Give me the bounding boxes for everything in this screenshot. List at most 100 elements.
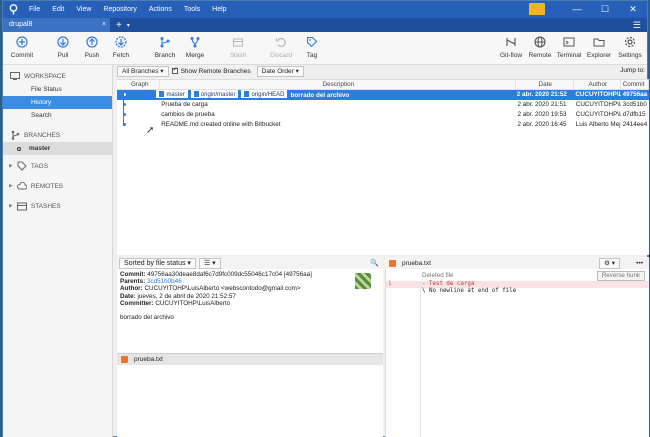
hamburger-menu-icon[interactable]: ☰ <box>633 18 641 32</box>
section-tags[interactable]: ▶ TAGS <box>3 159 112 173</box>
tag-button[interactable]: Tag <box>295 35 329 59</box>
tab-drupal8[interactable]: drupal8 × <box>3 18 110 32</box>
menu-view[interactable]: View <box>70 6 97 13</box>
menu-tools[interactable]: Tools <box>178 6 206 13</box>
col-description[interactable]: Description <box>160 80 516 89</box>
section-branches[interactable]: BRANCHES <box>3 128 112 142</box>
master-label: master <box>29 145 51 152</box>
toolbar: Commit Pull Push Fetch Branch Merge Stas… <box>3 32 647 65</box>
tab-dropdown-icon[interactable]: ▾ <box>127 22 130 29</box>
sidebar-item-search[interactable]: Search <box>3 109 112 122</box>
diff-line-removed: 1 - Test de carga <box>386 281 649 288</box>
parent-hash-link[interactable]: 3cd51b0b46 <box>147 278 182 285</box>
commit-label: Commit <box>10 52 34 59</box>
branch-tag-label: origin/HEAD <box>251 92 285 98</box>
cloud-icon <box>16 182 28 190</box>
hunk-header: Deleted file Reverse hunk <box>386 269 649 281</box>
menu-help[interactable]: Help <box>206 6 232 13</box>
menu-repository[interactable]: Repository <box>97 6 142 13</box>
expand-arrow-icon: ▶ <box>9 203 13 209</box>
sidebar-item-history[interactable]: History <box>3 96 112 109</box>
menu-file[interactable]: File <box>23 6 46 13</box>
branch-tag-master[interactable]: master <box>156 90 188 98</box>
more-options-icon[interactable]: ••• <box>636 260 643 267</box>
tab-close-icon[interactable]: × <box>102 18 106 32</box>
merge-button[interactable]: Merge <box>178 35 212 59</box>
close-button[interactable]: ✕ <box>619 1 647 18</box>
commit-hash-cell: 3cd51b0 <box>622 101 647 108</box>
table-header: Graph Description Date Author Commit <box>117 80 649 90</box>
section-stashes[interactable]: ▶ STASHES <box>3 199 112 213</box>
tag-label: Tag <box>306 52 318 59</box>
branch-chip-icon <box>193 91 199 97</box>
stash-button[interactable]: Stash <box>221 35 255 59</box>
col-graph[interactable]: Graph <box>117 80 161 89</box>
table-row[interactable]: master origin/master origin/HEAD borrado de… <box>117 90 649 100</box>
terminal-button[interactable]: Terminal <box>552 35 586 59</box>
menu-edit[interactable]: Edit <box>46 6 70 13</box>
sort-select[interactable]: Sorted by file status ▾ <box>119 257 196 269</box>
col-commit[interactable]: Commit <box>621 80 649 89</box>
branch-tag-origin-master[interactable]: origin/master <box>190 90 239 98</box>
settings-label: Settings <box>618 52 642 59</box>
menu-actions[interactable]: Actions <box>143 6 178 13</box>
minimize-button[interactable]: — <box>563 1 591 18</box>
sidebar-item-master[interactable]: master <box>3 142 112 155</box>
description-cell: Prueba de carga <box>161 101 208 108</box>
show-remote-checkbox[interactable]: Show Remote Branches <box>171 66 251 75</box>
sidebar-item-file-status[interactable]: File Status <box>3 83 112 96</box>
branch-button[interactable]: Branch <box>148 35 182 59</box>
flag-icon[interactable] <box>529 3 545 15</box>
explorer-button[interactable]: Explorer <box>582 35 616 59</box>
sourcetree-logo-icon <box>3 1 23 18</box>
parents-key: Parents: <box>120 278 146 286</box>
section-remotes[interactable]: ▶ REMOTES <box>3 179 112 193</box>
discard-label: Discard <box>269 52 293 59</box>
title-bar: File Edit View Repository Actions Tools … <box>3 1 647 18</box>
commit-icon <box>5 35 39 49</box>
merge-label: Merge <box>185 52 205 59</box>
fetch-button[interactable]: Fetch <box>104 35 138 59</box>
search-icon[interactable]: 🔍 <box>370 259 379 267</box>
table-row[interactable]: cambios de prueba 2 abr. 2020 19:53 CUCU… <box>117 110 649 120</box>
reverse-hunk-button[interactable]: Reverse hunk <box>596 271 645 281</box>
date-line: Date: jueves, 2 de abril de 2020 21:52:5… <box>120 293 380 300</box>
branches-label: BRANCHES <box>24 131 61 139</box>
workspace-label: WORKSPACE <box>24 72 66 80</box>
tag-icon <box>295 35 329 49</box>
commit-key: Commit: <box>120 271 146 278</box>
section-workspace[interactable]: WORKSPACE <box>3 69 112 83</box>
tab-bar: drupal8 × + ▾ ☰ <box>3 18 647 32</box>
app-window: File Edit View Repository Actions Tools … <box>2 0 649 437</box>
diff-file-name: prueba.txt <box>402 259 431 267</box>
table-row[interactable]: README.md created online with Bitbucket … <box>117 120 649 130</box>
hunk-title: Deleted file <box>422 271 454 279</box>
tag-icon <box>16 161 28 171</box>
commit-hash-cell: d7dfb15 <box>622 111 646 118</box>
changed-file-row[interactable]: prueba.txt <box>117 353 383 365</box>
branch-icon <box>148 35 182 49</box>
all-branches-select[interactable]: All Branches ▾ <box>117 66 169 77</box>
branch-tag-origin-head[interactable]: origin/HEAD <box>241 90 288 98</box>
date-order-select[interactable]: Date Order ▾ <box>256 66 304 77</box>
window-controls: — ☐ ✕ <box>529 1 647 18</box>
diff-options-select[interactable]: ⚙ ▾ <box>599 257 620 269</box>
explorer-label: Explorer <box>586 52 612 59</box>
author-cell: CUCUYITOHP\Luis <box>575 91 621 98</box>
col-date[interactable]: Date <box>516 80 574 89</box>
new-tab-button[interactable]: + <box>116 20 122 31</box>
commit-hash-cell: 49756aa <box>622 91 648 98</box>
date-cell: 2 abr. 2020 19:53 <box>517 111 567 118</box>
settings-button[interactable]: Settings <box>613 35 647 59</box>
table-row[interactable]: Prueba de carga 2 abr. 2020 21:51 CUCUYI… <box>117 100 649 110</box>
diff-header: prueba.txt ⚙ ▾ ••• <box>385 257 649 269</box>
committer-key: Committer: <box>120 299 154 307</box>
maximize-button[interactable]: ☐ <box>591 1 619 18</box>
commit-button[interactable]: Commit <box>5 35 39 59</box>
branch-icon <box>9 130 21 140</box>
col-author[interactable]: Author <box>574 80 621 89</box>
discard-button[interactable]: Discard <box>264 35 298 59</box>
filter-bar: All Branches ▾ Show Remote Branches Date… <box>117 66 649 77</box>
file-removed-icon <box>389 259 396 267</box>
view-mode-select[interactable]: ☰ ▾ <box>198 257 221 269</box>
